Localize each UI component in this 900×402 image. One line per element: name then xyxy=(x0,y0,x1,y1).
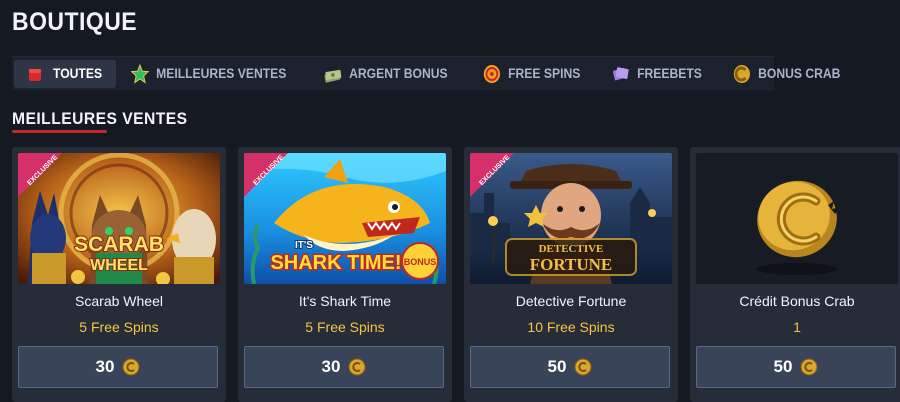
tab-label: FREE SPINS xyxy=(507,66,581,81)
art-title: WHEEL xyxy=(90,257,148,274)
product-reward: 5 Free Spins xyxy=(12,319,226,335)
buy-button[interactable]: 50 xyxy=(696,346,896,388)
product-card-scarab-wheel[interactable]: SCARAB WHEEL EXCLUSIVE Scarab Wheel 5 Fr… xyxy=(12,147,226,402)
art-title: SHARK TIME! xyxy=(270,252,401,274)
tab-label: BONUS CRAB xyxy=(758,66,841,81)
product-name: Scarab Wheel xyxy=(75,293,163,309)
reward-amount: 5 xyxy=(79,319,88,335)
reward-amount: 5 xyxy=(305,319,314,335)
product-name: It's Shark Time xyxy=(298,293,392,309)
reward-amount: 1 xyxy=(793,319,801,335)
tab-bonus-crab[interactable]: BONUS CRAB xyxy=(732,60,841,88)
game-thumbnail[interactable]: IT'S SHARK TIME! BONUS EXCLUSIVE xyxy=(244,153,446,284)
product-reward: 5 Free Spins xyxy=(238,319,452,335)
tab-toutes[interactable]: TOUTES xyxy=(14,59,116,88)
section-underline xyxy=(12,130,107,133)
art-bonus-label: BONUS xyxy=(404,257,437,267)
price-value: 30 xyxy=(321,357,341,376)
tab-freebets[interactable]: FREEBETS xyxy=(611,60,702,88)
art-title: IT'S xyxy=(295,240,313,251)
reward-amount: 10 xyxy=(527,319,543,335)
art-title: SCARAB xyxy=(74,233,164,256)
spin-coin-icon xyxy=(483,64,500,83)
page-title: BOUTIQUE xyxy=(12,8,138,36)
green-star-icon xyxy=(130,63,149,84)
crab-coin-icon xyxy=(733,64,751,83)
art-title: DETECTIVE xyxy=(539,243,604,255)
product-reward: 10 Free Spins xyxy=(464,319,678,335)
product-card-detective-fortune[interactable]: DETECTIVE FORTUNE EXCLUSIVE Detective Fo… xyxy=(464,147,678,402)
reward-unit: Free Spins xyxy=(546,319,615,335)
buy-button[interactable]: 30 xyxy=(244,346,444,388)
tab-label: FREEBETS xyxy=(637,66,703,81)
crab-coin-icon xyxy=(348,358,366,376)
product-card-credit-bonus-crab[interactable]: Crédit Bonus Crab 1 50 xyxy=(690,147,900,402)
section-title: MEILLEURES VENTES xyxy=(12,109,188,128)
buy-button[interactable]: 30 xyxy=(18,346,218,388)
price-value: 30 xyxy=(95,357,115,376)
reward-unit: Free Spins xyxy=(90,319,159,335)
crab-coin-icon xyxy=(800,358,818,376)
price-value: 50 xyxy=(547,357,567,376)
buy-button[interactable]: 50 xyxy=(470,346,670,388)
game-thumbnail[interactable]: SCARAB WHEEL EXCLUSIVE xyxy=(18,153,220,284)
product-grid: SCARAB WHEEL EXCLUSIVE Scarab Wheel 5 Fr… xyxy=(12,147,900,402)
product-card-its-shark-time[interactable]: IT'S SHARK TIME! BONUS EXCLUSIVE It's Sh… xyxy=(238,147,452,402)
ticket-icon xyxy=(613,66,629,80)
crab-coin-icon xyxy=(122,358,140,376)
tab-label: ARGENT BONUS xyxy=(349,66,448,81)
art-title: FORTUNE xyxy=(530,255,613,274)
tab-free-spins[interactable]: FREE SPINS xyxy=(482,60,580,88)
product-name: Crédit Bonus Crab xyxy=(739,293,855,309)
reward-unit: Free Spins xyxy=(316,319,385,335)
product-reward: 1 xyxy=(690,319,900,335)
tab-meilleures-ventes[interactable]: MEILLEURES VENTES xyxy=(130,60,286,88)
product-name: Detective Fortune xyxy=(515,293,627,309)
game-thumbnail[interactable]: DETECTIVE FORTUNE EXCLUSIVE xyxy=(470,153,672,284)
tab-label: MEILLEURES VENTES xyxy=(155,66,286,81)
filter-bar: TOUTES MEILLEURES VENTES ARGENT BONUS FR… xyxy=(12,57,841,90)
crab-coin-thumbnail[interactable] xyxy=(696,153,898,284)
price-value: 50 xyxy=(773,357,793,376)
tab-label: TOUTES xyxy=(53,66,103,81)
crab-coin-icon xyxy=(574,358,592,376)
cash-stack-icon xyxy=(324,69,342,83)
tab-argent-bonus[interactable]: ARGENT BONUS xyxy=(323,60,448,88)
red-cube-icon xyxy=(29,68,41,81)
